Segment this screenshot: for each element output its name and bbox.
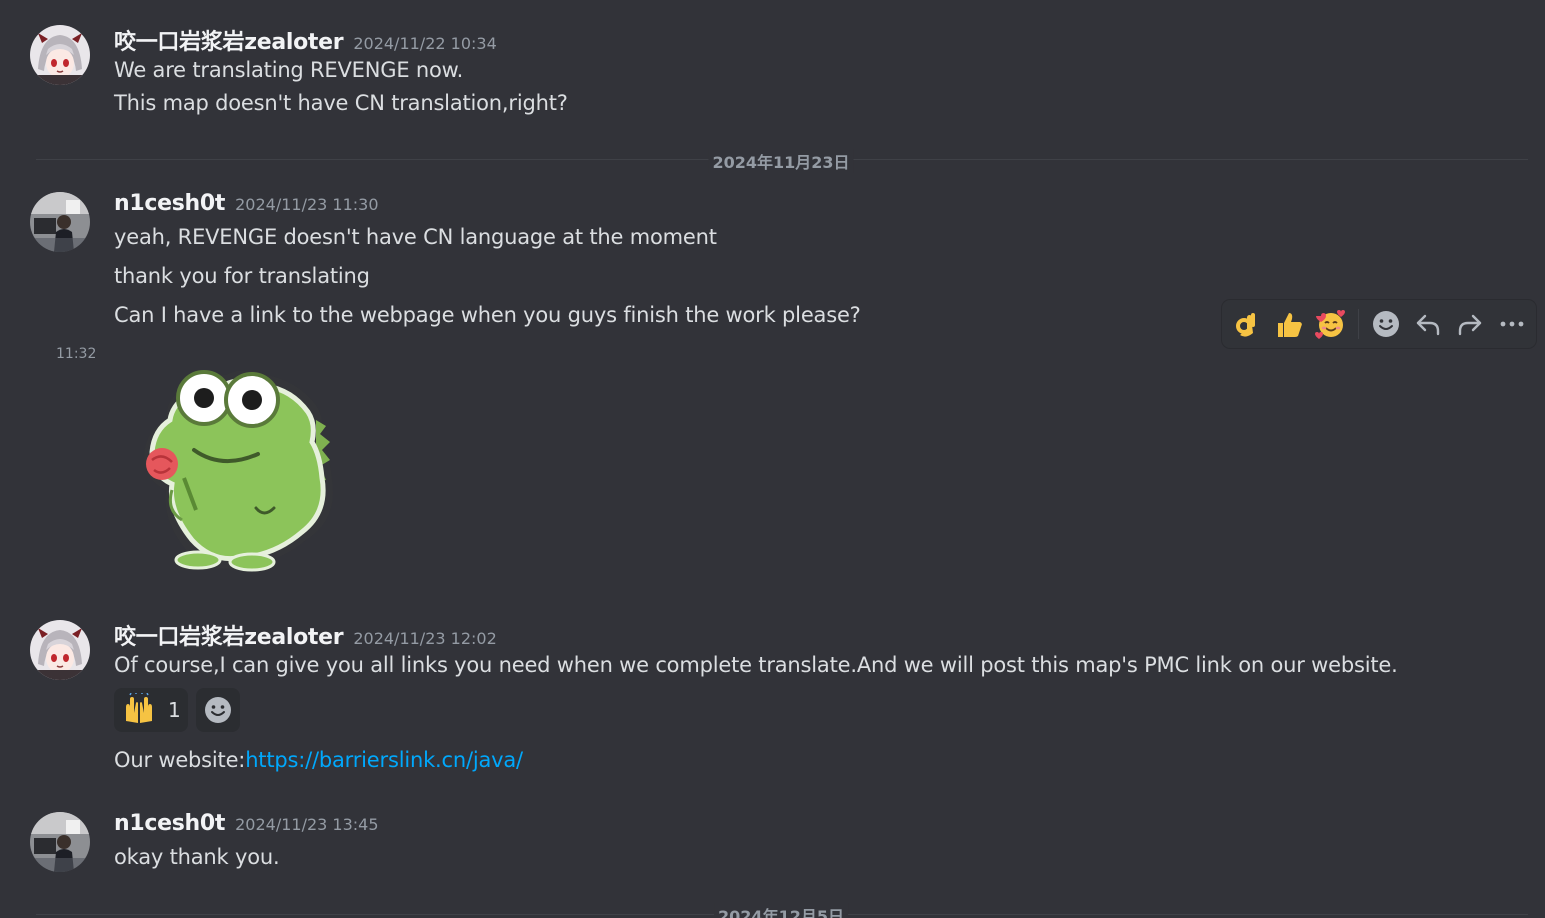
emoji-smile-icon <box>1373 311 1399 337</box>
avatar[interactable] <box>30 812 90 872</box>
reply-button[interactable] <box>1407 303 1449 345</box>
timestamp: 2024/11/23 11:30 <box>235 195 379 214</box>
username[interactable]: 咬一口岩浆岩zealoter <box>114 625 344 650</box>
avatar[interactable] <box>30 25 90 85</box>
date-divider-label: 2024年12月5日 <box>714 903 848 918</box>
message-header: 咬一口岩浆岩zealoter 2024/11/22 10:34 <box>114 24 497 56</box>
message-text: We are translating REVENGE now. <box>114 58 464 82</box>
reply-arrow-icon <box>1416 314 1440 336</box>
avatar[interactable] <box>30 620 90 680</box>
hover-timestamp: 11:32 <box>56 346 97 362</box>
date-divider-label: 2024年11月23日 <box>708 149 854 173</box>
smiling-face-with-hearts-reaction-button[interactable] <box>1310 303 1352 345</box>
message-text: yeah, REVENGE doesn't have CN language a… <box>114 225 717 249</box>
ok-hand-reaction-button[interactable] <box>1226 303 1268 345</box>
avatar[interactable] <box>30 192 90 252</box>
message-text: This map doesn't have CN translation,rig… <box>114 91 568 115</box>
more-dots-icon <box>1500 321 1524 327</box>
message-text: Of course,I can give you all links you n… <box>114 653 1398 677</box>
message-action-toolbar <box>1222 300 1536 348</box>
frog-sticker[interactable] <box>126 360 346 580</box>
raising-hands-icon <box>126 693 152 723</box>
message-header: n1cesh0t 2024/11/23 13:45 <box>114 811 379 836</box>
website-prefix: Our website: <box>114 748 246 772</box>
forward-button[interactable] <box>1449 303 1491 345</box>
username[interactable]: n1cesh0t <box>114 811 225 836</box>
message-text: Our website:https://barrierslink.cn/java… <box>114 748 523 772</box>
username[interactable]: n1cesh0t <box>114 191 225 216</box>
thumbs-up-icon <box>1278 313 1302 337</box>
message-header: 咬一口岩浆岩zealoter 2024/11/23 12:02 <box>114 619 497 651</box>
reaction-raising-hands[interactable]: 1 <box>114 688 188 732</box>
forward-arrow-icon <box>1458 314 1482 336</box>
toolbar-separator <box>1358 309 1359 339</box>
reaction-count: 1 <box>168 698 181 722</box>
message-text: thank you for translating <box>114 264 370 288</box>
message-text: Can I have a link to the webpage when yo… <box>114 303 861 327</box>
message-text: okay thank you. <box>114 845 280 869</box>
frog-sticker-image <box>144 370 333 572</box>
add-reaction-button[interactable] <box>196 688 240 732</box>
emoji-smile-icon <box>205 697 231 723</box>
timestamp: 2024/11/22 10:34 <box>353 34 497 53</box>
chat-messages: 咬一口岩浆岩zealoter 2024/11/22 10:34 We are tr… <box>0 0 1545 918</box>
ok-hand-icon <box>1236 313 1255 337</box>
username[interactable]: 咬一口岩浆岩zealoter <box>114 30 344 55</box>
thumbs-up-reaction-button[interactable] <box>1268 303 1310 345</box>
timestamp: 2024/11/23 12:02 <box>353 629 497 648</box>
smiling-face-with-hearts-icon <box>1315 310 1345 339</box>
add-reaction-button[interactable] <box>1365 303 1407 345</box>
website-link[interactable]: https://barrierslink.cn/java/ <box>245 748 523 772</box>
more-options-button[interactable] <box>1491 303 1533 345</box>
message-header: n1cesh0t 2024/11/23 11:30 <box>114 191 379 216</box>
timestamp: 2024/11/23 13:45 <box>235 815 379 834</box>
